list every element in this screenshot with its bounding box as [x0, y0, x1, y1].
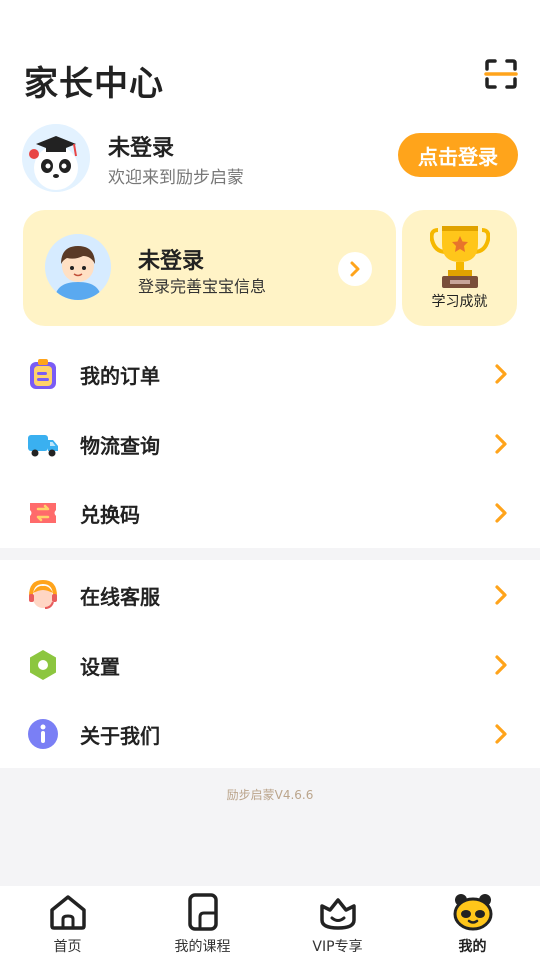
truck-icon	[28, 435, 58, 457]
coupon-icon	[30, 503, 56, 523]
menu-label: 设置	[80, 654, 120, 679]
home-icon	[49, 895, 86, 930]
menu-label: 在线客服	[80, 584, 160, 609]
baby-info-card[interactable]: 未登录 登录完善宝宝信息	[23, 210, 396, 326]
tab-home[interactable]: 首页	[0, 886, 135, 960]
baby-title: 未登录	[138, 249, 205, 274]
user-name: 未登录	[108, 136, 175, 161]
tab-label: VIP专享	[312, 939, 363, 955]
chevron-right-icon	[495, 585, 507, 605]
bottom-tab-bar: 首页 我的课程 VIP专享 我的	[0, 886, 540, 960]
boy-avatar-icon	[45, 234, 111, 300]
tab-label: 我的	[458, 939, 487, 955]
chevron-right-icon	[495, 724, 507, 744]
menu-label: 物流查询	[80, 433, 160, 458]
vip-crown-icon	[319, 898, 356, 930]
chevron-right-icon	[495, 434, 507, 454]
tab-vip[interactable]: VIP专享	[270, 886, 405, 960]
menu-item-settings[interactable]: 设置	[0, 630, 540, 700]
achievement-label: 学习成就	[431, 294, 488, 310]
info-icon	[28, 719, 58, 749]
achievement-card[interactable]: 学习成就	[402, 210, 517, 326]
chevron-right-icon	[495, 655, 507, 675]
chevron-right-icon[interactable]	[338, 252, 372, 286]
tab-mine[interactable]: 我的	[405, 886, 540, 960]
menu-label: 关于我们	[80, 723, 160, 748]
version-text: 励步启蒙V4.6.6	[226, 788, 314, 802]
settings-icon	[30, 650, 56, 680]
tab-label: 我的课程	[174, 939, 231, 955]
page-title: 家长中心	[24, 64, 164, 104]
menu-item-customer-service[interactable]: 在线客服	[0, 560, 540, 630]
menu-label: 我的订单	[80, 363, 160, 388]
course-icon	[187, 893, 218, 931]
tab-label: 首页	[53, 939, 82, 955]
customer-service-icon	[29, 579, 57, 609]
scan-icon[interactable]	[484, 58, 518, 90]
menu-item-orders[interactable]: 我的订单	[0, 339, 540, 409]
clipboard-icon	[30, 359, 56, 389]
menu-item-logistics[interactable]: 物流查询	[0, 409, 540, 479]
tab-my-courses[interactable]: 我的课程	[135, 886, 270, 960]
panda-avatar-icon[interactable]	[22, 124, 90, 192]
login-button[interactable]: 点击登录	[398, 133, 518, 177]
menu-item-redeem-code[interactable]: 兑换码	[0, 478, 540, 548]
panda-face-icon	[453, 894, 492, 931]
menu-label: 兑换码	[80, 502, 140, 527]
baby-subtitle: 登录完善宝宝信息	[138, 277, 267, 296]
chevron-right-icon	[495, 503, 507, 523]
trophy-icon	[430, 226, 490, 288]
user-subtitle: 欢迎来到励步启蒙	[108, 168, 244, 188]
chevron-right-icon	[495, 364, 507, 384]
menu-item-about-us[interactable]: 关于我们	[0, 699, 540, 769]
